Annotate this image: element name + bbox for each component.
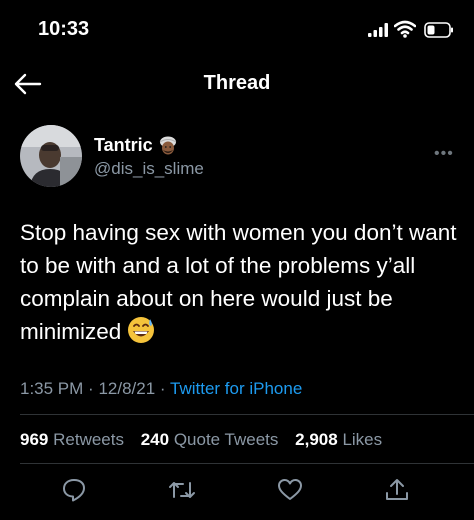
tweet-stats: 969 Retweets 240 Quote Tweets 2,908 Like… — [20, 430, 394, 450]
retweet-button[interactable] — [168, 477, 196, 503]
page-title: Thread — [203, 72, 271, 94]
heart-icon — [278, 479, 302, 500]
battery-icon — [424, 22, 453, 38]
share-button[interactable] — [384, 477, 410, 503]
divider — [20, 463, 474, 464]
reply-button[interactable] — [61, 477, 87, 503]
status-time: 10:33 — [38, 18, 90, 40]
avatar[interactable] — [20, 125, 82, 187]
grinning-sweat-emoji-icon — [128, 317, 155, 343]
tweet-text: Stop having sex with women you don’t wan… — [20, 216, 460, 348]
retweet-icon — [169, 482, 195, 498]
turban-man-emoji-icon — [159, 136, 176, 154]
share-icon — [386, 479, 408, 500]
status-bar: 10:33 — [0, 0, 474, 60]
tweet-date: 12/8/21 — [98, 379, 156, 398]
author-name-row: Tantric — [94, 135, 177, 156]
meta-separator: · — [88, 379, 94, 398]
tweet-source-link[interactable]: Twitter for iPhone — [170, 379, 302, 398]
likes-count[interactable]: 2,908 — [295, 430, 338, 449]
likes-label[interactable]: Likes — [342, 430, 382, 449]
tweet-meta: 1:35 PM · 12/8/21 · Twitter for iPhone — [20, 379, 302, 399]
retweets-count[interactable]: 969 — [20, 430, 48, 449]
retweets-label[interactable]: Retweets — [53, 430, 124, 449]
quote-tweets-count[interactable]: 240 — [141, 430, 169, 449]
quote-tweets-label[interactable]: Quote Tweets — [174, 430, 279, 449]
like-button[interactable] — [277, 477, 303, 503]
divider — [20, 414, 474, 415]
meta-separator: · — [159, 379, 166, 398]
wifi-icon — [394, 20, 416, 38]
thread-header: Thread — [0, 62, 474, 106]
author-name[interactable]: Tantric — [94, 135, 153, 156]
tweet-time: 1:35 PM — [20, 379, 84, 398]
tweet-body: Stop having sex with women you don’t wan… — [20, 220, 457, 344]
author-handle[interactable]: @dis_is_slime — [94, 159, 204, 179]
more-dots-icon[interactable]: ••• — [434, 145, 454, 163]
reply-icon — [63, 479, 85, 502]
signal-icon — [368, 23, 388, 37]
